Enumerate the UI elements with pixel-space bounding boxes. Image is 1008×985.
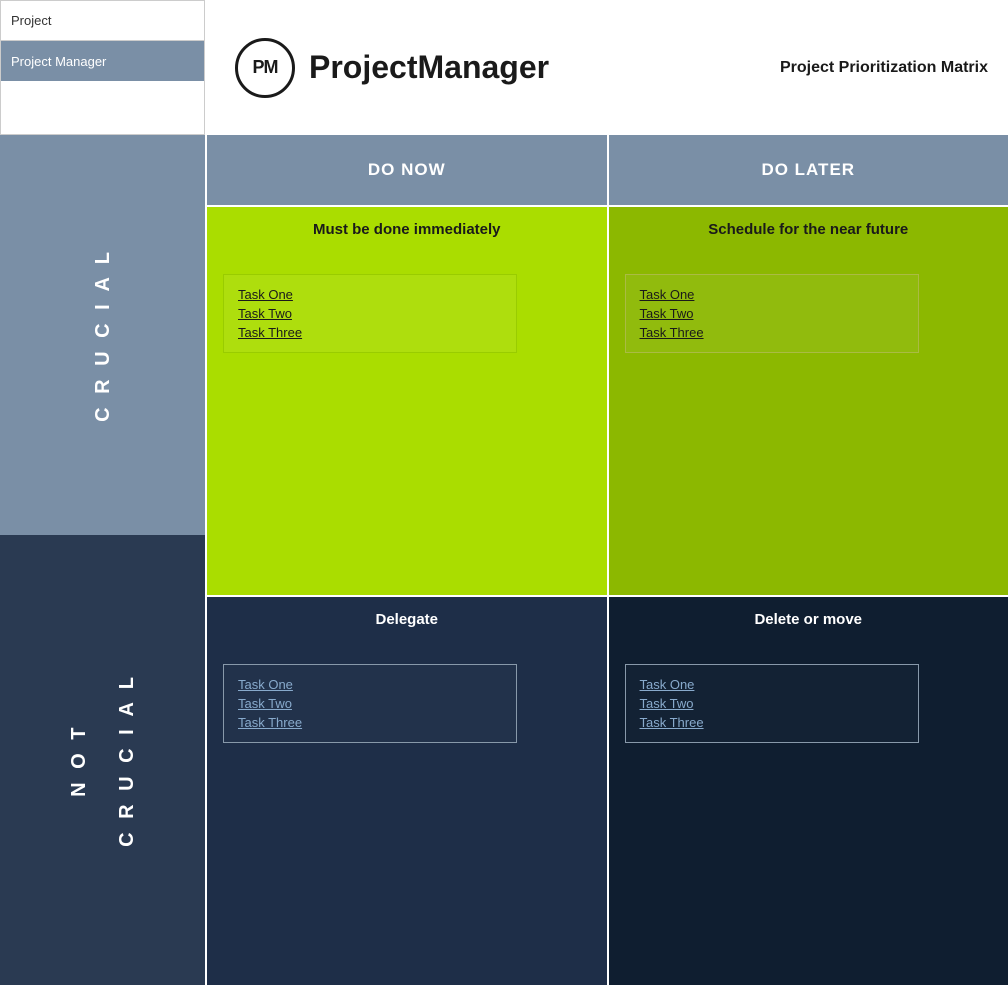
task-link[interactable]: Task One (238, 677, 502, 692)
logo-area: PM ProjectManager (235, 38, 549, 98)
task-link[interactable]: Task Three (238, 325, 502, 340)
quadrant-crucial-now: Must be done immediately Task One Task T… (205, 205, 607, 595)
not-crucial-later-task-box: Task One Task Two Task Three (625, 664, 919, 743)
crucial-row: Must be done immediately Task One Task T… (205, 205, 1008, 595)
not-crucial-vertical-text: N O TC R U C I A L (67, 673, 139, 847)
crucial-vertical-text: C R U C I A L (91, 248, 115, 422)
crucial-later-label: Schedule for the near future (625, 221, 993, 238)
task-link[interactable]: Task One (640, 287, 904, 302)
matrix-main: DO NOW DO LATER Must be done immediately… (205, 135, 1008, 985)
not-crucial-later-label: Delete or move (625, 611, 993, 628)
not-crucial-now-label: Delegate (223, 611, 591, 628)
main-header: PM ProjectManager Project Prioritization… (205, 0, 1008, 135)
sidebar-header-bottom (1, 81, 204, 134)
task-link[interactable]: Task Two (640, 306, 904, 321)
task-link[interactable]: Task Two (640, 696, 904, 711)
page-title: Project Prioritization Matrix (780, 59, 988, 77)
project-manager-label: Project Manager (1, 41, 204, 81)
crucial-label: C R U C I A L (0, 135, 205, 535)
quadrant-not-crucial-now: Delegate Task One Task Two Task Three (205, 595, 607, 985)
task-link[interactable]: Task One (640, 677, 904, 692)
task-link[interactable]: Task Three (238, 715, 502, 730)
not-crucial-label: N O TC R U C I A L (0, 535, 205, 985)
header-do-later: DO LATER (607, 135, 1008, 205)
not-crucial-now-task-box: Task One Task Two Task Three (223, 664, 517, 743)
matrix-header-row: DO NOW DO LATER (205, 135, 1008, 205)
task-link[interactable]: Task Three (640, 325, 904, 340)
task-link[interactable]: Task One (238, 287, 502, 302)
crucial-now-label: Must be done immediately (223, 221, 591, 238)
task-link[interactable]: Task Two (238, 306, 502, 321)
task-link[interactable]: Task Two (238, 696, 502, 711)
task-link[interactable]: Task Three (640, 715, 904, 730)
logo-brand: ProjectManager (309, 49, 549, 86)
header-do-now: DO NOW (205, 135, 607, 205)
crucial-now-task-box: Task One Task Two Task Three (223, 274, 517, 353)
crucial-later-task-box: Task One Task Two Task Three (625, 274, 919, 353)
header-section: Project Project Manager PM ProjectManage… (0, 0, 1008, 135)
quadrant-crucial-later: Schedule for the near future Task One Ta… (607, 205, 1008, 595)
sidebar-column: C R U C I A L N O TC R U C I A L (0, 135, 205, 985)
sidebar-header: Project Project Manager (0, 0, 205, 135)
not-crucial-row: Delegate Task One Task Two Task Three De… (205, 595, 1008, 985)
quadrant-not-crucial-later: Delete or move Task One Task Two Task Th… (607, 595, 1008, 985)
logo-icon: PM (235, 38, 295, 98)
project-label: Project (1, 1, 204, 41)
matrix-section: C R U C I A L N O TC R U C I A L DO NOW … (0, 135, 1008, 985)
